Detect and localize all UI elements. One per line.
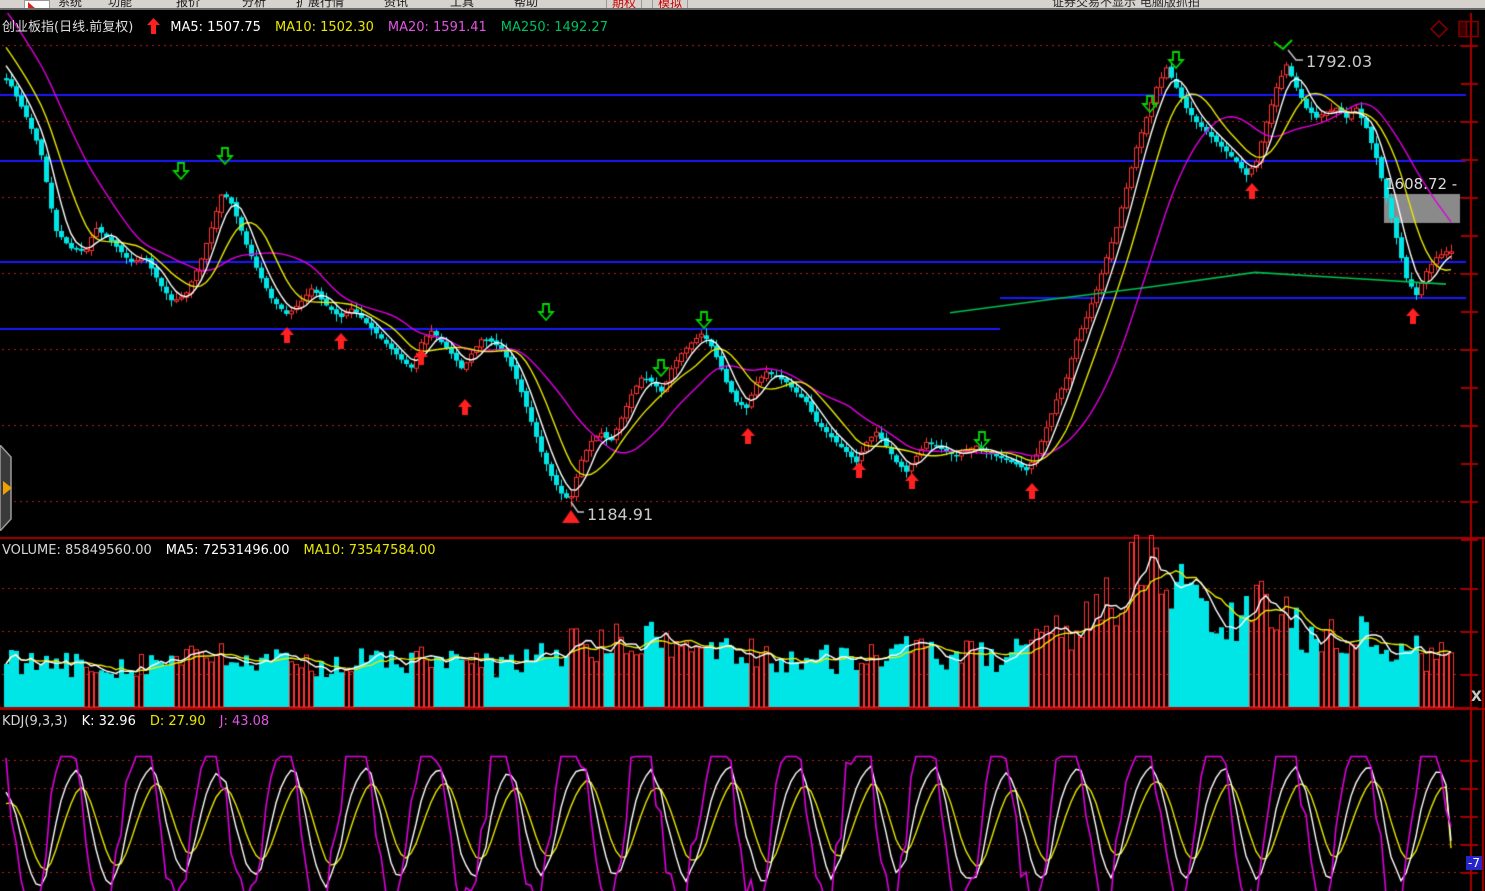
security-title: 创业板指(日线.前复权)	[2, 20, 133, 35]
count-badge: -7	[1466, 856, 1482, 870]
left-panel-toggle[interactable]	[0, 445, 18, 531]
menu-hot-item-0[interactable]: 期权	[606, 0, 642, 10]
up-arrow-icon	[147, 18, 160, 34]
menu-right-text: 证券交易不显示 电脑版抓拍	[1052, 0, 1200, 10]
kdj-pane-header: KDJ(9,3,3) K: 32.96 D: 27.90 J: 43.08	[2, 714, 283, 729]
volume-pane-header: VOLUME: 85849560.00 MA5: 72531496.00 MA10:…	[2, 543, 450, 558]
ma5-value: MA5: 1507.75	[170, 20, 261, 35]
kdj-d-value: D: 27.90	[150, 714, 206, 729]
menu-item-3[interactable]: 分析	[242, 0, 266, 10]
kdj-k-value: K: 32.96	[82, 714, 136, 729]
menu-bar: 证券交易不显示 电脑版抓拍 系统 功能 报价 分析 扩展行情 资讯 工具 帮助 期权模拟	[0, 0, 1485, 10]
split-window-icon[interactable]	[1458, 20, 1480, 38]
main-pane-header: 创业板指(日线.前复权) MA5: 1507.75 MA10: 1502.30 MA2…	[2, 16, 622, 35]
price-note-label: 1608.72 -	[1385, 175, 1457, 193]
menu-item-2[interactable]: 报价	[176, 0, 200, 10]
menu-item-0[interactable]: 系统	[58, 0, 82, 10]
kdj-j-value: J: 43.08	[220, 714, 270, 729]
app-logo-icon[interactable]	[24, 0, 50, 9]
close-pane-button[interactable]: X	[1471, 689, 1482, 705]
menu-hot-item-1[interactable]: 模拟	[652, 0, 688, 10]
volume-ma10-value: MA10: 73547584.00	[304, 543, 436, 558]
menu-item-1[interactable]: 功能	[108, 0, 132, 10]
trading-app-window: 证券交易不显示 电脑版抓拍 系统 功能 报价 分析 扩展行情 资讯 工具 帮助 期权模拟 创业板…	[0, 0, 1485, 891]
ma10-value: MA10: 1502.30	[275, 20, 374, 35]
ma250-value: MA250: 1492.27	[501, 20, 608, 35]
volume-value: VOLUME: 85849560.00	[2, 543, 152, 558]
kdj-name: KDJ(9,3,3)	[2, 714, 68, 729]
low-price-label: 1184.91	[587, 505, 653, 524]
high-price-label: 1792.03	[1306, 52, 1372, 71]
menu-item-5[interactable]: 资讯	[384, 0, 408, 10]
volume-ma5-value: MA5: 72531496.00	[166, 543, 290, 558]
menu-item-6[interactable]: 工具	[450, 0, 474, 10]
pane-corner-icons	[1430, 20, 1480, 42]
ma20-value: MA20: 1591.41	[388, 20, 487, 35]
menu-item-7[interactable]: 帮助	[514, 0, 538, 10]
diamond-icon[interactable]	[1430, 20, 1450, 38]
menu-item-4[interactable]: 扩展行情	[296, 0, 344, 10]
chart-canvas[interactable]	[0, 0, 1485, 891]
